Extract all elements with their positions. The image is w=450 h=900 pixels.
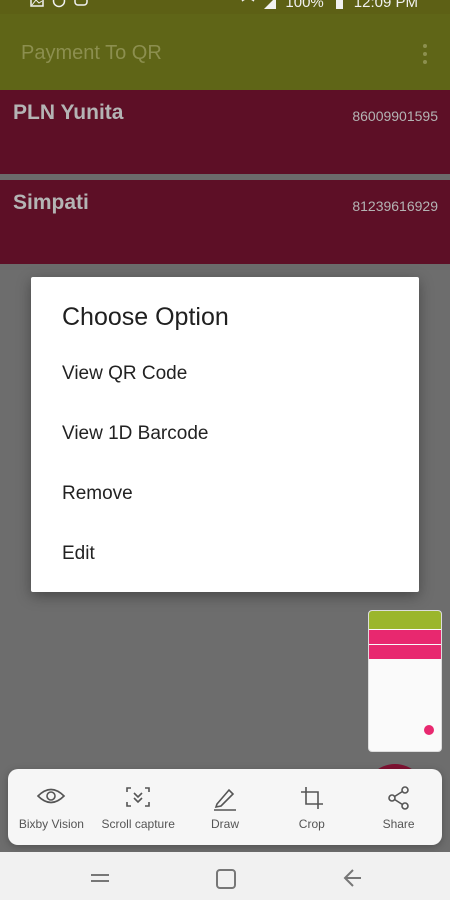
bixby-vision-button[interactable]: Bixby Vision [8, 769, 95, 845]
status-bar: 100% 12:09 PM [0, 0, 450, 14]
dialog-title: Choose Option [62, 303, 229, 331]
draw-button[interactable]: Draw [182, 769, 269, 845]
thumbnail-row [369, 630, 441, 644]
payment-list: PLN Yunita 86009901595 Simpati 812396169… [0, 90, 450, 270]
whatsapp-icon [52, 0, 66, 8]
clock: 12:09 PM [353, 0, 418, 11]
recent-apps-icon[interactable] [89, 868, 111, 888]
screenshot-toolbar: Bixby Vision Scroll capture Draw Crop Sh… [8, 769, 442, 845]
more-options-icon[interactable] [422, 44, 428, 64]
signal-icon [264, 0, 277, 9]
crop-icon [300, 787, 323, 809]
thumbnail-fab [424, 725, 434, 735]
bixby-vision-label: Bixby Vision [18, 817, 84, 831]
navigation-bar [0, 852, 450, 900]
back-icon[interactable] [341, 868, 363, 888]
battery-level: 100% [285, 0, 324, 11]
list-item[interactable]: PLN Yunita 86009901595 [0, 90, 450, 180]
chat-icon [74, 0, 88, 6]
item-name: Simpati [13, 191, 89, 214]
scroll-capture-icon [126, 787, 150, 807]
list-item[interactable]: Simpati 81239616929 [0, 180, 450, 270]
screenshot-thumbnail[interactable] [368, 610, 442, 752]
home-icon[interactable] [215, 868, 237, 890]
crop-button[interactable]: Crop [268, 769, 355, 845]
app-bar: Payment To QR [0, 14, 450, 90]
scroll-capture-label: Scroll capture [101, 817, 175, 831]
share-label: Share [382, 817, 415, 831]
option-remove[interactable]: Remove [62, 483, 133, 505]
notification-icons [30, 0, 88, 8]
option-view-qr-code[interactable]: View QR Code [62, 363, 187, 385]
eye-icon [37, 788, 66, 804]
item-number: 81239616929 [352, 198, 438, 214]
draw-label: Draw [210, 817, 239, 831]
wifi-icon [241, 0, 255, 2]
share-icon [387, 786, 409, 810]
pencil-icon [213, 788, 236, 811]
thumbnail-row [369, 645, 441, 659]
crop-label: Crop [298, 817, 325, 831]
battery-icon [335, 0, 343, 9]
system-icons: 100% 12:09 PM [241, 0, 418, 11]
option-edit[interactable]: Edit [62, 543, 95, 565]
scroll-capture-button[interactable]: Scroll capture [95, 769, 182, 845]
choose-option-dialog: Choose Option View QR Code View 1D Barco… [31, 277, 419, 592]
item-name: PLN Yunita [13, 101, 124, 124]
image-icon [30, 0, 44, 7]
share-button[interactable]: Share [355, 769, 442, 845]
item-number: 86009901595 [352, 108, 438, 124]
option-view-1d-barcode[interactable]: View 1D Barcode [62, 423, 208, 445]
app-title: Payment To QR [21, 42, 162, 64]
thumbnail-app-bar [369, 611, 441, 629]
